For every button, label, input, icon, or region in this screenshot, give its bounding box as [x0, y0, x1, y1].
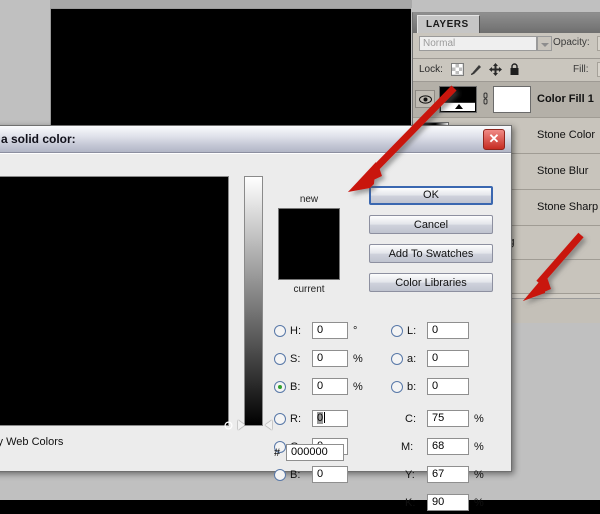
field-hue: H: 0 ° [274, 322, 394, 342]
radio-red[interactable] [274, 413, 286, 425]
layer-name: Color Fill 1 [537, 93, 594, 105]
cancel-button[interactable]: Cancel [369, 215, 493, 234]
input-hue[interactable]: 0 [312, 322, 348, 339]
slider-handle-left[interactable] [238, 420, 245, 430]
lock-position-icon[interactable] [489, 63, 502, 76]
dialog-buttons: OK Cancel Add To Swatches Color Librarie… [369, 186, 493, 302]
field-brightness: B: 0 % [274, 378, 394, 398]
lock-label: Lock: [419, 64, 443, 75]
link-icon[interactable] [481, 92, 490, 106]
chevron-down-icon[interactable] [537, 36, 552, 51]
only-web-colors-label[interactable]: nly Web Colors [0, 436, 63, 448]
field-lab-b: b: 0 [391, 378, 501, 398]
input-blue[interactable]: 0 [312, 466, 348, 483]
color-field-marker[interactable] [224, 421, 233, 430]
fill-label: Fill: [573, 64, 589, 75]
input-lab-l[interactable]: 0 [427, 322, 469, 339]
new-color-label: new [299, 194, 319, 205]
radio-brightness[interactable] [274, 381, 286, 393]
dialog-title-bar[interactable]: a solid color: ✕ [0, 126, 511, 153]
field-blue: B: 0 [274, 466, 394, 486]
layer-name: Stone Sharp [537, 201, 599, 213]
color-slider[interactable] [238, 176, 272, 430]
hex-symbol: # [274, 447, 281, 459]
table-row[interactable]: Color Fill 1 [413, 82, 600, 118]
close-icon[interactable]: ✕ [483, 129, 505, 150]
radio-lab-l[interactable] [391, 325, 403, 337]
label-yellow: Y: [405, 469, 415, 481]
current-color-label: current [293, 284, 325, 295]
input-black[interactable]: 90 [427, 494, 469, 511]
field-red: R: 0 [274, 410, 394, 430]
field-saturation: S: 0 % [274, 350, 394, 370]
layer-mask-thumbnail[interactable] [493, 86, 531, 113]
label-cyan: C: [405, 413, 416, 425]
field-lab-a: a: 0 [391, 350, 501, 370]
ok-button[interactable]: OK [369, 186, 493, 205]
blend-mode-select[interactable]: Normal [419, 36, 537, 51]
color-preview: new current [274, 194, 344, 295]
radio-lab-a[interactable] [391, 353, 403, 365]
lock-transparent-pixels-icon[interactable] [451, 63, 464, 76]
input-saturation[interactable]: 0 [312, 350, 348, 367]
label-lab-a: a: [407, 353, 417, 365]
label-red: R: [290, 413, 301, 425]
panel-tab-strip: LAYERS [413, 13, 600, 37]
input-cyan[interactable]: 75 [427, 410, 469, 427]
layer-visibility-toggle[interactable] [415, 90, 435, 108]
unit-black: % [474, 497, 484, 509]
label-brightness: B: [290, 381, 301, 393]
lock-image-pixels-icon[interactable] [470, 63, 483, 76]
field-yellow: Y: 67 % [391, 466, 501, 486]
field-magenta: M: 68 % [391, 438, 501, 458]
new-color-swatch[interactable] [278, 208, 340, 280]
document-canvas[interactable] [50, 8, 411, 131]
layer-thumbnail[interactable] [439, 86, 477, 113]
label-black: K: [405, 497, 416, 509]
label-lab-b: b: [407, 381, 417, 393]
unit-saturation: % [353, 353, 363, 365]
unit-cyan: % [474, 413, 484, 425]
input-red[interactable]: 0 [312, 410, 348, 427]
document-window-shadow [50, 0, 412, 8]
input-magenta[interactable]: 68 [427, 438, 469, 455]
label-blue: B: [290, 469, 301, 481]
label-magenta: M: [401, 441, 414, 453]
color-slider-track[interactable] [244, 176, 263, 426]
blend-mode-row: Normal Opacity: 100 [413, 33, 600, 59]
field-black: K: 90 % [391, 494, 501, 514]
lock-all-icon[interactable] [508, 63, 521, 76]
hex-input[interactable]: 000000 [286, 444, 344, 461]
color-field[interactable] [0, 176, 233, 430]
field-cyan: C: 75 % [391, 410, 501, 430]
input-lab-a[interactable]: 0 [427, 350, 469, 367]
radio-lab-b[interactable] [391, 381, 403, 393]
color-picker-dialog: a solid color: ✕ new current OK Cancel A… [0, 125, 512, 511]
eye-icon [419, 95, 432, 104]
dialog-body: new current OK Cancel Add To Swatches Co… [0, 153, 511, 511]
input-brightness[interactable]: 0 [312, 378, 348, 395]
slider-handle-right[interactable] [265, 420, 272, 430]
label-saturation: S: [290, 353, 301, 365]
label-hue: H: [290, 325, 301, 337]
unit-hue: ° [353, 325, 358, 337]
layer-name: Stone Color [537, 129, 596, 141]
radio-saturation[interactable] [274, 353, 286, 365]
opacity-label: Opacity: [553, 37, 590, 48]
label-lab-l: L: [407, 325, 417, 337]
field-lab-l: L: 0 [391, 322, 501, 342]
input-lab-b[interactable]: 0 [427, 378, 469, 395]
color-libraries-button[interactable]: Color Libraries [369, 273, 493, 292]
layer-name: Stone Blur [537, 165, 589, 177]
unit-brightness: % [353, 381, 363, 393]
lock-row: Lock: Fill: 100 [413, 59, 600, 82]
radio-hue[interactable] [274, 325, 286, 337]
unit-magenta: % [474, 441, 484, 453]
unit-yellow: % [474, 469, 484, 481]
page-title: a solid color: [1, 132, 76, 146]
input-yellow[interactable]: 67 [427, 466, 469, 483]
radio-blue[interactable] [274, 469, 286, 481]
add-to-swatches-button[interactable]: Add To Swatches [369, 244, 493, 263]
